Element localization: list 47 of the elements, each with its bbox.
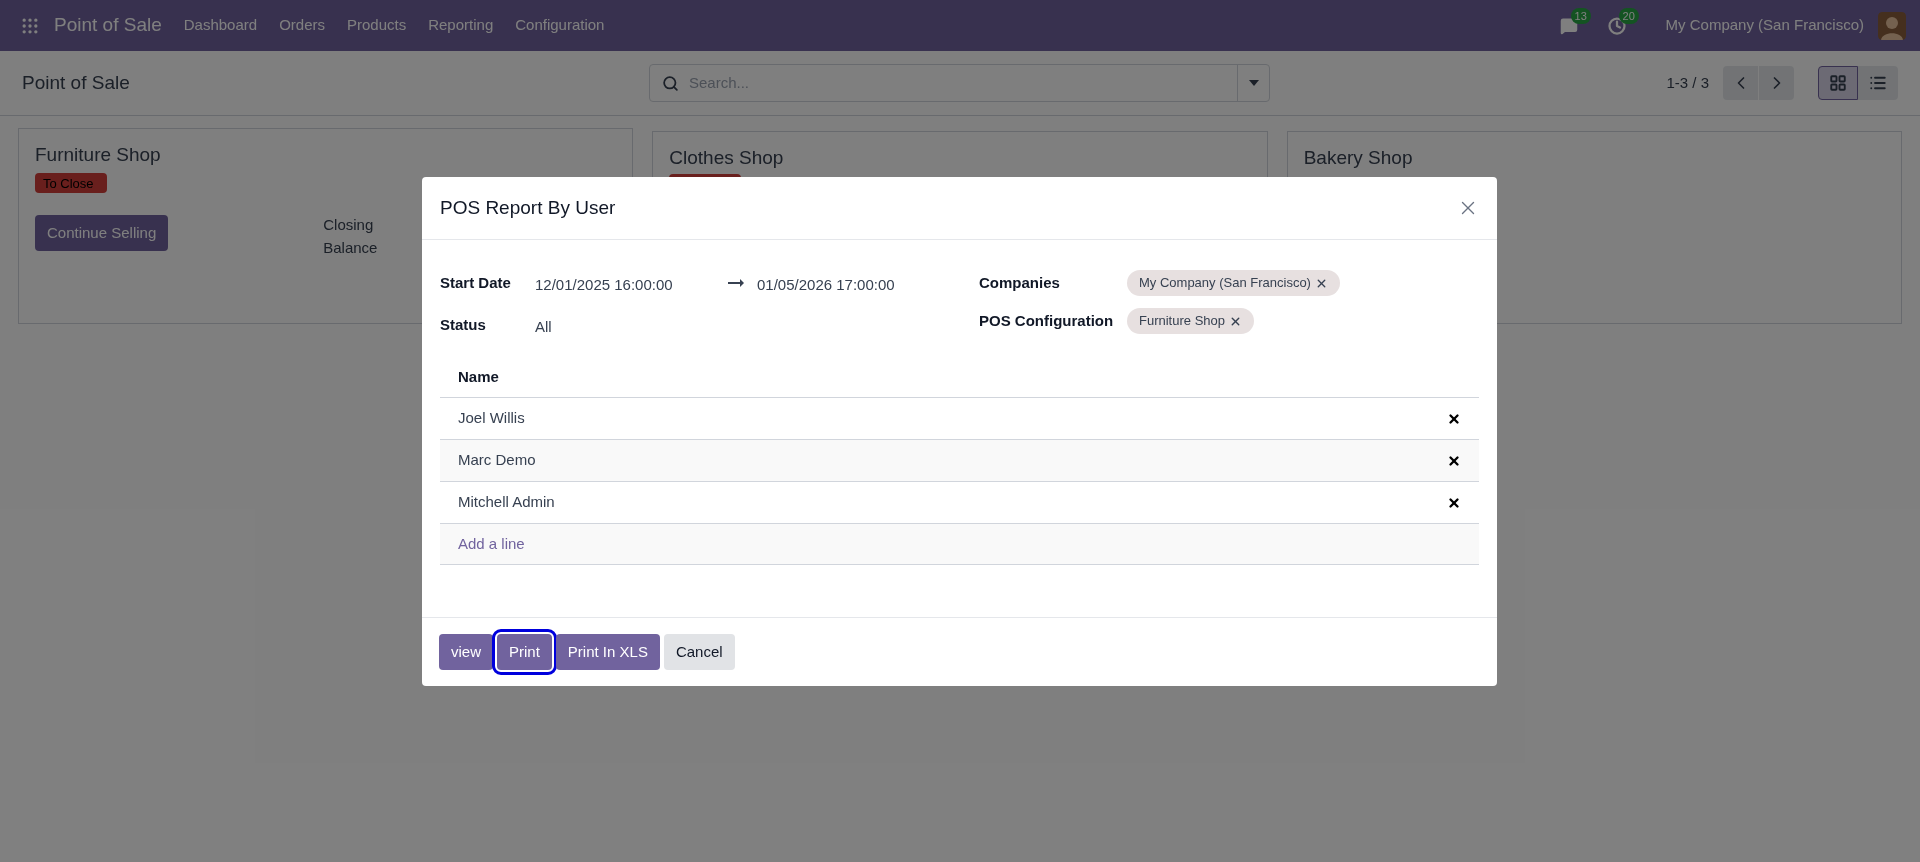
menu-item[interactable]: Reporting — [428, 14, 494, 37]
table-cell-text: Joel Willis — [458, 408, 525, 429]
date-field[interactable]: 01/05/2026 17:00:00 — [757, 273, 895, 297]
count-badge: 13 — [1570, 7, 1591, 24]
delete-row-icon[interactable] — [1447, 411, 1461, 426]
menu-item[interactable]: Products — [347, 14, 407, 37]
table-cell-text: Marc Demo — [458, 450, 536, 471]
kanban-view-button[interactable] — [1818, 66, 1858, 100]
tag: Furniture Shop — [1127, 308, 1254, 334]
add-line-link[interactable]: Add a line — [458, 532, 525, 556]
table-row[interactable]: Marc Demo — [440, 440, 1479, 482]
company-name[interactable]: My Company (San Francisco) — [1665, 14, 1864, 37]
user-avatar[interactable] — [1878, 11, 1906, 40]
field-label: Companies — [979, 272, 1061, 293]
menu-item[interactable]: Orders — [279, 14, 325, 37]
shop-name: Bakery Shop — [1303, 146, 1414, 170]
continue-selling-button[interactable]: Continue Selling — [35, 214, 169, 251]
page-title: Point of Sale — [22, 70, 131, 95]
search-icon — [662, 74, 679, 92]
delete-row-icon[interactable] — [1447, 495, 1461, 510]
app-name[interactable]: Point of Sale — [54, 11, 162, 40]
menu-item[interactable]: Configuration — [515, 14, 605, 37]
field-label: Start Date — [440, 272, 512, 293]
status-badge: To Close — [35, 172, 107, 193]
status-field[interactable]: All — [535, 315, 552, 339]
shop-name: Clothes Shop — [669, 146, 785, 170]
dialog-title: POS Report By User — [440, 195, 616, 220]
list-view-button[interactable] — [1858, 66, 1898, 100]
column-header[interactable]: Name — [458, 366, 499, 389]
delete-row-icon[interactable] — [1447, 453, 1461, 468]
dialog-button[interactable]: view — [439, 634, 493, 670]
table-cell-text: Mitchell Admin — [458, 492, 555, 513]
field-label: Status — [440, 314, 487, 335]
pager: 1-3 / 3 — [1666, 72, 1709, 93]
count-badge: 20 — [1618, 7, 1639, 24]
list-icon — [1869, 74, 1887, 92]
shop-name: Furniture Shop — [35, 143, 162, 167]
tag: My Company (San Francisco) — [1127, 270, 1340, 296]
field-label: POS Configuration — [979, 310, 1115, 331]
caret-icon — [1248, 80, 1259, 86]
dialog-button[interactable]: Cancel — [663, 634, 735, 670]
dialog-button[interactable]: Print In XLS — [555, 634, 660, 670]
arrow-right-icon — [728, 279, 744, 287]
kanban-icon — [1829, 74, 1847, 92]
field-label: Closing Balance — [323, 214, 379, 258]
menu-item[interactable]: Dashboard — [183, 14, 258, 37]
date-field[interactable]: 12/01/2025 16:00:00 — [535, 273, 728, 297]
